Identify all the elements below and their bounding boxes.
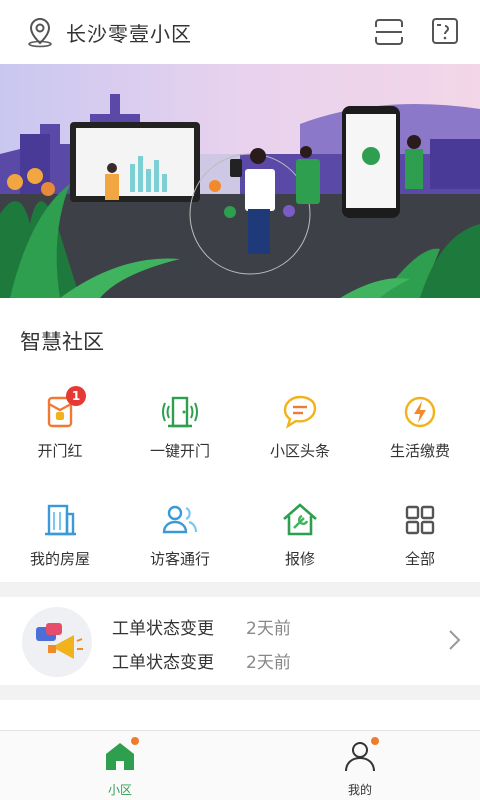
chevron-right-icon[interactable]	[444, 627, 464, 653]
megaphone-icon	[36, 623, 83, 659]
scan-icon[interactable]	[374, 18, 404, 46]
grid-item-community-news[interactable]: 小区头条	[240, 392, 360, 482]
grid-item-open-gift[interactable]: 1 开门红	[0, 386, 120, 482]
grid-item-label: 小区头条	[269, 442, 330, 460]
grid-item-label: 我的房屋	[29, 550, 90, 568]
grid-item-label: 全部	[404, 550, 435, 568]
door-open-icon	[162, 396, 198, 428]
grid-item-label: 报修	[284, 550, 315, 568]
promo-banner[interactable]	[0, 64, 480, 298]
top-bar: 长沙零壹小区	[0, 0, 480, 64]
repair-house-icon	[283, 503, 317, 536]
community-name[interactable]: 长沙零壹小区	[66, 18, 192, 47]
notice-time: 2天前	[246, 619, 291, 639]
grid-item-label: 开门红	[37, 442, 83, 460]
visitor-icon	[162, 505, 198, 534]
grid-item-repair[interactable]: 报修	[240, 500, 360, 590]
lightning-icon	[404, 396, 436, 428]
location-pin-icon[interactable]	[24, 16, 56, 48]
grid-item-bill-payment[interactable]: 生活缴费	[360, 392, 480, 482]
notice-time: 2天前	[246, 653, 291, 673]
notice-item[interactable]: 工单状态变更 2天前	[112, 614, 291, 639]
next-section-peek	[0, 700, 480, 730]
notification-dot	[371, 737, 379, 745]
notice-text: 工单状态变更	[112, 619, 214, 639]
grid-item-one-key-open[interactable]: 一键开门	[120, 392, 240, 482]
notice-item[interactable]: 工单状态变更 2天前	[112, 648, 291, 673]
tab-mine[interactable]: 我的	[240, 731, 480, 800]
grid-item-all[interactable]: 全部	[360, 500, 480, 590]
grid-item-label: 一键开门	[149, 442, 210, 460]
chat-bubble-icon	[283, 395, 317, 429]
notification-dot	[131, 737, 139, 745]
notice-text: 工单状态变更	[112, 653, 214, 673]
smart-community-section: 智慧社区 1 开门红 一键开门 小区头条 生活缴费 我的房屋 访客通行 报修 全…	[0, 298, 480, 582]
smart-city-illustration	[0, 64, 480, 298]
grid-item-my-house[interactable]: 我的房屋	[0, 500, 120, 590]
section-title: 智慧社区	[20, 330, 104, 354]
grid-item-label: 生活缴费	[389, 442, 450, 460]
grid-icon	[405, 505, 435, 535]
grid-item-visitor-pass[interactable]: 访客通行	[120, 500, 240, 590]
notification-badge: 1	[66, 386, 86, 406]
building-icon	[45, 504, 76, 536]
notice-card[interactable]: 工单状态变更 2天前 工单状态变更 2天前	[0, 597, 480, 685]
notice-avatar	[22, 607, 92, 677]
tab-community[interactable]: 小区	[0, 731, 240, 800]
bottom-tab-bar: 小区 我的	[0, 730, 480, 800]
tab-label: 小区	[107, 783, 132, 797]
tab-label: 我的	[347, 783, 372, 797]
grid-item-label: 访客通行	[149, 550, 210, 568]
help-icon[interactable]	[430, 16, 460, 46]
